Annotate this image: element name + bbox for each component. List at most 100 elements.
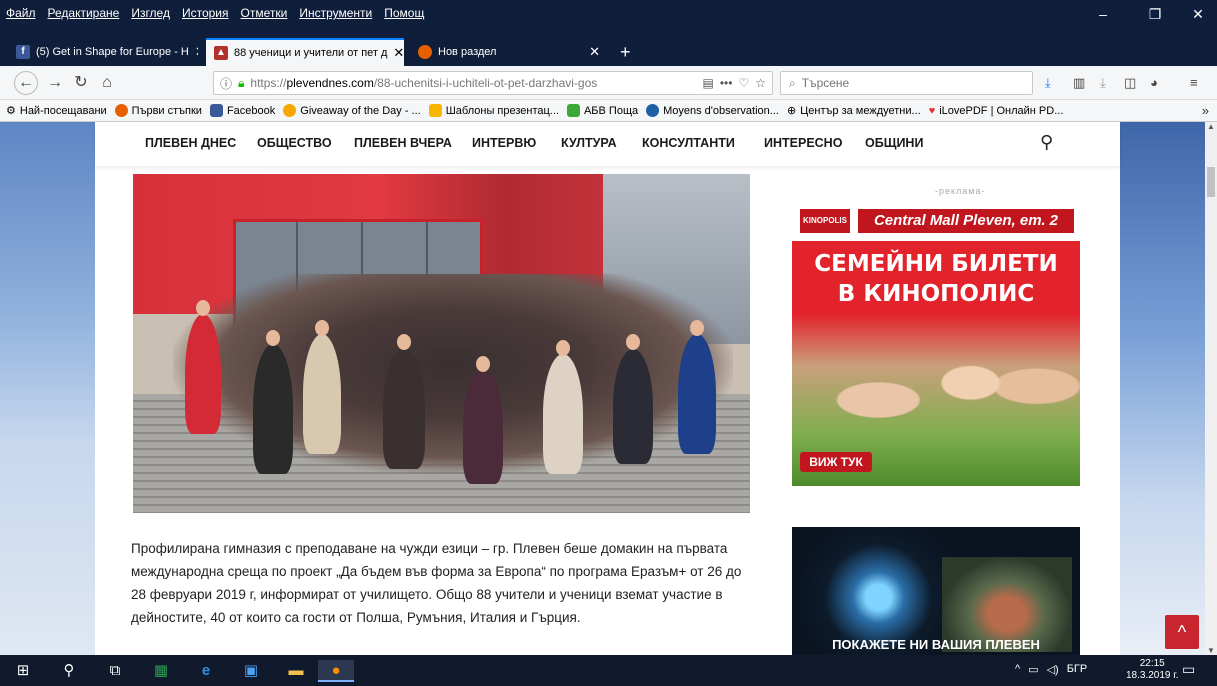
site-favicon-icon: ▲ (214, 46, 228, 60)
menu-history[interactable]: История (182, 6, 229, 20)
search-input[interactable]: ⌕ Търсене (780, 71, 1033, 95)
bookmark-item[interactable]: Facebook (209, 104, 275, 117)
kinopolis-logo: KINOPOLIS (800, 209, 850, 233)
tab-close-icon[interactable]: ✕ (589, 44, 600, 60)
reader-view-icon[interactable]: ▤ (703, 76, 714, 90)
page-viewport: ПЛЕВЕН ДНЕС ОБЩЕСТВО ПЛЕВЕН ВЧЕРА ИНТЕРВ… (0, 122, 1217, 655)
photos-icon[interactable]: ▣ (240, 660, 262, 682)
ad-pleven-photo[interactable]: ПОКАЖЕТЕ НИ ВАШИЯ ПЛЕВЕН (792, 527, 1080, 655)
tab-close-icon[interactable]: ✕ (393, 45, 404, 61)
site-nav-interesting[interactable]: ИНТЕРЕСНО (764, 136, 842, 150)
network-icon[interactable]: ▭ (1028, 663, 1038, 676)
search-icon[interactable]: ⚲ (1040, 132, 1053, 153)
hamburger-menu-icon[interactable]: ≡ (1190, 75, 1198, 90)
info-icon[interactable]: ⓘ (220, 75, 232, 92)
pocket-icon[interactable]: ♡ (738, 76, 749, 90)
site-nav-culture[interactable]: КУЛТУРА (561, 136, 617, 150)
gear-icon: ⚙ (6, 105, 16, 117)
tab-title: 88 ученици и учители от пет д (234, 47, 388, 59)
excel-icon[interactable]: ▦ (150, 660, 172, 682)
photo-person (543, 354, 583, 474)
scroll-up-icon[interactable]: ▲ (1205, 122, 1217, 131)
tab-facebook[interactable]: f (5) Get in Shape for Europe - Н ✕ (8, 38, 198, 66)
site-navigation: ПЛЕВЕН ДНЕС ОБЩЕСТВО ПЛЕВЕН ВЧЕРА ИНТЕРВ… (95, 122, 1120, 166)
ad-cta-button[interactable]: ВИЖ ТУК (800, 452, 872, 472)
bookmark-star-icon[interactable]: ☆ (755, 76, 766, 90)
url-bar[interactable]: ⓘ 🔒︎ https://plevendnes.com/88-uchenitsi… (213, 71, 773, 95)
file-explorer-icon[interactable]: ▬ (285, 660, 307, 682)
task-view-icon[interactable]: ⧉ (104, 660, 126, 682)
tab-article[interactable]: ▲ 88 ученици и учители от пет д ✕ (206, 38, 404, 66)
bookmarks-overflow-button[interactable]: » (1202, 103, 1209, 118)
firefox-icon (114, 104, 128, 117)
search-icon[interactable]: ⚲ (58, 660, 80, 682)
menu-file[interactable]: Файл (6, 6, 36, 20)
back-to-top-button[interactable]: ^ (1165, 615, 1199, 649)
menu-view[interactable]: Изглед (131, 6, 170, 20)
clock[interactable]: 22:15 18.3.2019 г. (1126, 658, 1178, 682)
sidebar-icon[interactable]: ◫ (1124, 75, 1136, 91)
ad-location: Central Mall Pleven, ет. 2 (858, 209, 1074, 233)
menu-tools[interactable]: Инструменти (299, 6, 372, 20)
minimize-button[interactable]: – (1088, 6, 1118, 22)
new-tab-button[interactable]: + (612, 38, 636, 66)
url-text[interactable]: https://plevendnes.com/88-uchenitsi-i-uc… (250, 76, 696, 90)
template-icon (428, 104, 442, 117)
bookmark-item[interactable]: ♥ iLovePDF | Онлайн PD... (929, 105, 1064, 117)
download-icon[interactable]: ⤓ (1045, 75, 1051, 91)
forward-arrow-icon[interactable]: → (44, 74, 66, 92)
home-icon[interactable]: ⌂ (96, 74, 118, 92)
site-nav-pleven-yesterday[interactable]: ПЛЕВЕН ВЧЕРА (354, 136, 452, 150)
site-nav-interview[interactable]: ИНТЕРВЮ (472, 136, 536, 150)
language-indicator[interactable]: БГР (1067, 663, 1088, 676)
scrollbar-thumb[interactable] (1207, 167, 1215, 197)
menu-help[interactable]: Помощ (384, 6, 424, 20)
menu-bookmarks[interactable]: Отметки (241, 6, 288, 20)
bookmark-item[interactable]: АБВ Поща (566, 104, 638, 117)
library-icon[interactable]: ▥ (1073, 75, 1085, 91)
search-placeholder: Търсене (801, 76, 850, 90)
lock-icon: 🔒︎ (238, 75, 245, 90)
globe-icon: ⊕ (786, 105, 797, 117)
mail-icon (566, 104, 580, 117)
back-arrow-icon[interactable]: ← (14, 71, 38, 95)
edge-icon[interactable]: e (195, 660, 217, 682)
ad-kinopolis[interactable]: KINOPOLIS Central Mall Pleven, ет. 2 СЕМ… (792, 199, 1080, 486)
bookmark-item[interactable]: ⊕ Център за междуетни... (786, 104, 921, 118)
notification-icon[interactable]: ▭ (1182, 661, 1195, 678)
taskbar: ⊞ ⚲ ⧉ ▦ e ▣ ▬ ● ^ ▭ ◁) БГР 22:15 18.3.20… (0, 655, 1217, 686)
photo-person (678, 334, 716, 454)
site-nav-pleven-today[interactable]: ПЛЕВЕН ДНЕС (145, 136, 236, 150)
photo-person (613, 349, 653, 464)
background-right (1120, 122, 1205, 655)
firefox-taskbar-icon[interactable]: ● (318, 660, 354, 682)
bookmark-item[interactable]: Moyens d'observation... (646, 104, 779, 117)
site-nav-municipalities[interactable]: ОБЩИНИ (865, 136, 923, 150)
bookmark-item[interactable]: Шаблоны презентац... (428, 104, 559, 117)
page-actions-icon[interactable]: ••• (720, 76, 733, 90)
menu-edit[interactable]: Редактиране (48, 6, 120, 20)
page-content: ПЛЕВЕН ДНЕС ОБЩЕСТВО ПЛЕВЕН ВЧЕРА ИНТЕРВ… (95, 122, 1120, 655)
bookmark-item[interactable]: Giveaway of the Day - ... (283, 104, 421, 117)
extension-icon[interactable]: ◕ (1150, 75, 1158, 90)
scroll-down-icon[interactable]: ▼ (1205, 646, 1217, 655)
site-nav-consultants[interactable]: КОНСУЛТАНТИ (642, 136, 735, 150)
tab-close-icon[interactable]: ✕ (195, 44, 198, 60)
bookmark-item[interactable]: ⚙ Най-посещавани (6, 104, 107, 118)
download-secondary-icon[interactable]: ⤓ (1100, 75, 1106, 91)
restore-button[interactable]: ❐ (1140, 6, 1170, 23)
tab-new[interactable]: Нов раздел ✕ (410, 38, 608, 66)
bookmark-item[interactable]: Първи стъпки (114, 104, 202, 117)
site-nav-society[interactable]: ОБЩЕСТВО (257, 136, 332, 150)
close-window-button[interactable]: ✕ (1183, 6, 1213, 23)
tab-bar: f (5) Get in Shape for Europe - Н ✕ ▲ 88… (0, 34, 1217, 66)
tab-title: (5) Get in Shape for Europe - Н (36, 46, 189, 58)
volume-icon[interactable]: ◁) (1047, 663, 1059, 676)
ad2-cta: ПОКАЖЕТЕ НИ ВАШИЯ ПЛЕВЕН (832, 637, 1040, 652)
windows-start-icon[interactable]: ⊞ (12, 660, 34, 682)
facebook-icon (209, 104, 223, 117)
reload-icon[interactable]: ↻ (70, 74, 92, 92)
page-scrollbar[interactable]: ▲ ▼ (1205, 122, 1217, 655)
chevron-up-icon[interactable]: ^ (1015, 663, 1020, 676)
photo-person (383, 349, 425, 469)
